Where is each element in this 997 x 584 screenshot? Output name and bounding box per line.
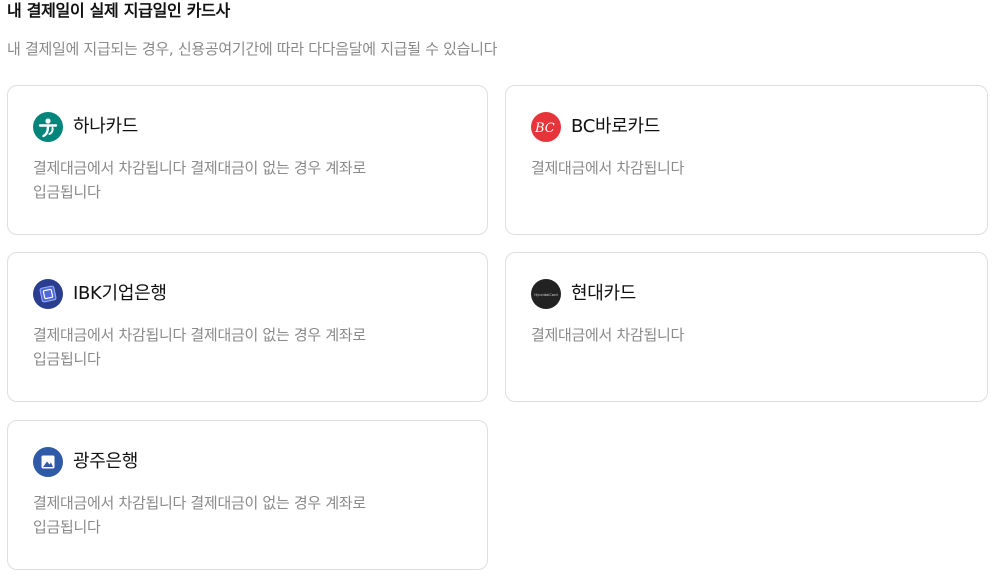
hyundai-card-logo-icon: HyundaiCard <box>531 279 561 309</box>
card-item-ibk[interactable]: IBK기업은행 결제대금에서 차감됩니다 결제대금이 없는 경우 계좌로 입금됩… <box>7 252 488 402</box>
card-description-line: 결제대금에서 차감됩니다 결제대금이 없는 경우 계좌로 <box>33 494 366 512</box>
card-description: 결제대금에서 차감됩니다 결제대금이 없는 경우 계좌로 입금됩니다 <box>33 491 433 539</box>
page-title: 내 결제일이 실제 지급일인 카드사 <box>7 1 230 20</box>
card-item-kwangju[interactable]: 광주은행 결제대금에서 차감됩니다 결제대금이 없는 경우 계좌로 입금됩니다 <box>7 420 488 570</box>
bc-card-logo-icon: BC <box>531 112 561 142</box>
bc-logo-text: BC <box>534 121 555 136</box>
card-header: 하나카드 <box>33 112 138 142</box>
card-header: 광주은행 <box>33 447 138 477</box>
card-name: 광주은행 <box>73 451 139 472</box>
card-name: BC바로카드 <box>571 116 661 137</box>
card-header: BC BC바로카드 <box>531 112 660 142</box>
card-description: 결제대금에서 차감됩니다 <box>531 323 931 347</box>
card-description: 결제대금에서 차감됩니다 결제대금이 없는 경우 계좌로 입금됩니다 <box>33 156 433 204</box>
card-description-line: 입금됩니다 <box>33 183 101 201</box>
card-name: 현대카드 <box>571 283 637 304</box>
card-item-hana[interactable]: 하나카드 결제대금에서 차감됩니다 결제대금이 없는 경우 계좌로 입금됩니다 <box>7 85 488 235</box>
kwangju-bank-logo-icon <box>33 447 63 477</box>
hana-card-logo-icon <box>33 112 63 142</box>
card-name: 하나카드 <box>73 116 139 137</box>
card-item-hyundai[interactable]: HyundaiCard 현대카드 결제대금에서 차감됩니다 <box>505 252 988 402</box>
ibk-bank-logo-icon <box>33 279 63 309</box>
card-description-line: 입금됩니다 <box>33 518 101 536</box>
card-header: IBK기업은행 <box>33 279 167 309</box>
card-item-bc[interactable]: BC BC바로카드 결제대금에서 차감됩니다 <box>505 85 988 235</box>
page-subtitle: 내 결제일에 지급되는 경우, 신용공여기간에 따라 다다음달에 지급될 수 있… <box>7 40 498 58</box>
card-description-line: 입금됩니다 <box>33 350 101 368</box>
card-description-line: 결제대금에서 차감됩니다 결제대금이 없는 경우 계좌로 <box>33 159 366 177</box>
card-description: 결제대금에서 차감됩니다 결제대금이 없는 경우 계좌로 입금됩니다 <box>33 323 433 371</box>
card-description-line: 결제대금에서 차감됩니다 결제대금이 없는 경우 계좌로 <box>33 326 366 344</box>
card-name: IBK기업은행 <box>73 283 167 304</box>
card-description: 결제대금에서 차감됩니다 <box>531 156 931 180</box>
card-description-line: 결제대금에서 차감됩니다 <box>531 159 684 177</box>
card-header: HyundaiCard 현대카드 <box>531 279 636 309</box>
card-description-line: 결제대금에서 차감됩니다 <box>531 326 684 344</box>
hyundai-logo-text: HyundaiCard <box>534 293 557 297</box>
